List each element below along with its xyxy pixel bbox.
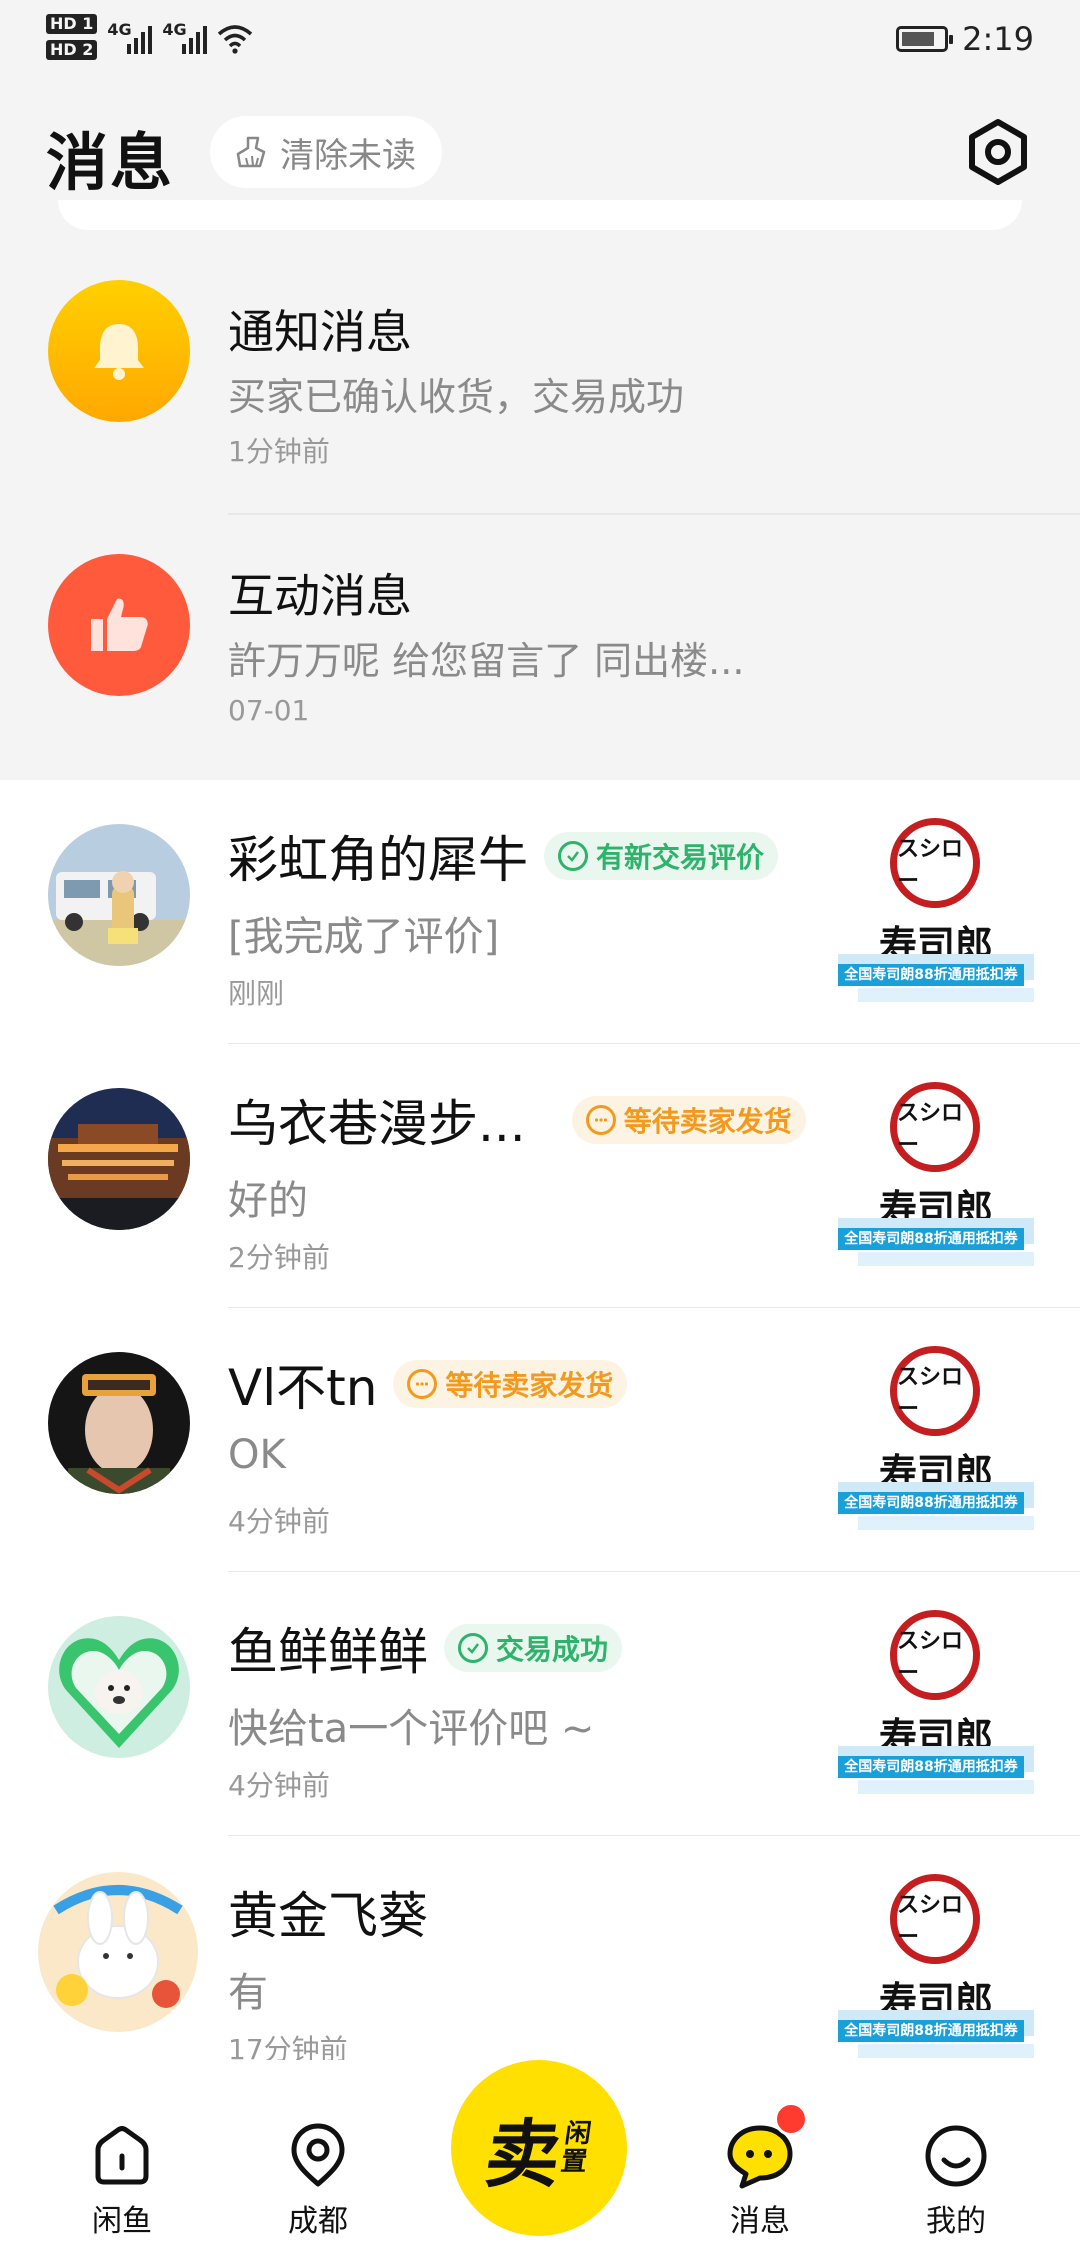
contact-name: 黄金飞葵: [228, 1887, 428, 1945]
nav-messages-label: 消息: [730, 2204, 790, 2239]
message-time: 刚刚: [228, 977, 285, 1010]
message-preview: [我完成了评价]: [228, 914, 500, 960]
sushiro-logo: スシロー: [890, 1082, 980, 1172]
status-badge-label: 有新交易评价: [596, 841, 765, 874]
bottom-nav: 闲鱼 成都 卖 闲置 消息 我的: [0, 2060, 1080, 2244]
check-circle-icon: [458, 1633, 488, 1663]
contact-name: 彩虹角的犀牛: [228, 831, 528, 889]
status-badge: 等待卖家发货: [571, 1096, 806, 1144]
product-banner: 全国寿司朗88折通用抵扣券: [838, 1756, 1024, 1778]
sell-button-sublabel: 闲置: [558, 2119, 594, 2177]
product-banner: 全国寿司朗88折通用抵扣券: [838, 1228, 1024, 1250]
message-time: 2分钟前: [228, 1241, 330, 1274]
wifi-icon: [218, 25, 253, 54]
signal-icon-1: 4G: [107, 14, 153, 54]
home-icon: [95, 2126, 149, 2185]
sell-button-label: 卖: [480, 2111, 567, 2198]
location-pin-icon: [291, 2123, 345, 2187]
broom-icon: [236, 136, 266, 168]
row-preview: 許万万呢 给您留言了 同出楼...: [228, 639, 745, 683]
avatar: [48, 1616, 190, 1758]
unread-dot: [774, 2102, 808, 2136]
message-preview: 快给ta一个评价吧 ~: [228, 1706, 595, 1752]
nav-mine[interactable]: 我的: [886, 2120, 1026, 2240]
product-banner: 全国寿司朗88折通用抵扣券: [838, 1492, 1024, 1514]
interaction-messages-row[interactable]: 互动消息 許万万呢 给您留言了 同出楼... 07-01: [0, 514, 1080, 764]
settings-icon[interactable]: [962, 116, 1034, 188]
thumbs-up-icon: [48, 554, 190, 696]
sushiro-logo: スシロー: [890, 1874, 980, 1964]
product-thumbnail[interactable]: スシロー 寿司郎 全国寿司朗88折通用抵扣券: [838, 1604, 1034, 1804]
notification-messages-row[interactable]: 通知消息 买家已确认收货，交易成功 1分钟前: [0, 250, 1080, 500]
clock: 2:19: [962, 20, 1034, 58]
avatar: [36, 1870, 200, 2034]
message-time: 4分钟前: [228, 1505, 330, 1538]
product-thumbnail[interactable]: スシロー 寿司郎 全国寿司朗88折通用抵扣券: [838, 812, 1034, 1012]
name-line: 乌衣巷漫步... 等待卖家发货: [228, 1084, 806, 1156]
name-line: 鱼鲜鲜鲜 交易成功: [228, 1612, 623, 1684]
message-time: 4分钟前: [228, 1769, 330, 1802]
battery-icon: [896, 26, 954, 52]
check-circle-icon: [558, 841, 588, 871]
hd-indicator-1: HD 1: [46, 14, 98, 34]
chat-row[interactable]: Vl不tn 等待卖家发货 OK 4分钟前 スシロー 寿司郎 全国寿司朗88折通用…: [0, 1308, 1080, 1572]
status-bar: HD 1 HD 2 4G 4G 2:19: [0, 0, 1080, 90]
smiley-icon: [925, 2125, 987, 2187]
page-title: 消息: [46, 126, 175, 199]
nav-location-label: 成都: [288, 2204, 348, 2239]
sell-button[interactable]: 卖 闲置: [451, 2060, 627, 2236]
nav-home-label: 闲鱼: [92, 2204, 152, 2239]
more-circle-icon: [407, 1369, 438, 1399]
hd-indicator-2: HD 2: [46, 40, 98, 60]
page-header: 消息 清除未读: [0, 100, 1080, 200]
message-preview: 好的: [228, 1178, 308, 1224]
nav-home[interactable]: 闲鱼: [52, 2120, 192, 2240]
status-badge: 交易成功: [444, 1624, 623, 1672]
chat-row[interactable]: 乌衣巷漫步... 等待卖家发货 好的 2分钟前 スシロー 寿司郎 全国寿司朗88…: [0, 1044, 1080, 1308]
name-line: Vl不tn 等待卖家发货: [228, 1348, 628, 1420]
bell-icon: [48, 280, 190, 422]
signal-icon-2: 4G: [162, 14, 208, 54]
chat-row[interactable]: 彩虹角的犀牛 有新交易评价 [我完成了评价] 刚刚 スシロー 寿司郎 全国寿司朗…: [0, 780, 1080, 1044]
row-time: 07-01: [228, 694, 310, 727]
status-badge: 等待卖家发货: [393, 1360, 628, 1408]
status-badge: 有新交易评价: [544, 832, 779, 880]
row-time: 1分钟前: [228, 435, 330, 468]
contact-name: Vl不tn: [228, 1359, 378, 1417]
status-badge-label: 等待卖家发货: [623, 1105, 792, 1138]
message-preview: 有: [228, 1970, 268, 2016]
product-banner: 全国寿司朗88折通用抵扣券: [838, 2020, 1024, 2042]
nav-mine-label: 我的: [926, 2204, 986, 2239]
product-banner: 全国寿司朗88折通用抵扣券: [838, 964, 1024, 986]
clear-unread-label: 清除未读: [280, 135, 416, 176]
contact-name: 鱼鲜鲜鲜: [228, 1623, 428, 1681]
banner-card-edge: [58, 200, 1022, 230]
row-title: 通知消息: [228, 305, 412, 359]
message-preview: OK: [228, 1432, 286, 1478]
product-thumbnail[interactable]: スシロー 寿司郎 全国寿司朗88折通用抵扣券: [838, 1076, 1034, 1276]
row-title: 互动消息: [228, 569, 412, 623]
more-circle-icon: [585, 1105, 616, 1135]
avatar: [48, 1088, 190, 1230]
name-line: 黄金飞葵: [228, 1876, 428, 1948]
row-preview: 买家已确认收货，交易成功: [228, 375, 685, 419]
status-badge-label: 等待卖家发货: [445, 1369, 614, 1402]
sushiro-logo: スシロー: [890, 1346, 980, 1436]
nav-messages[interactable]: 消息: [690, 2120, 830, 2240]
clear-unread-button[interactable]: 清除未读: [210, 116, 442, 188]
product-thumbnail[interactable]: スシロー 寿司郎 全国寿司朗88折通用抵扣券: [838, 1340, 1034, 1540]
status-badge-label: 交易成功: [496, 1633, 609, 1666]
product-thumbnail[interactable]: スシロー 寿司郎 全国寿司朗88折通用抵扣券: [838, 1868, 1034, 2068]
sushiro-logo: スシロー: [890, 818, 980, 908]
chat-row[interactable]: 鱼鲜鲜鲜 交易成功 快给ta一个评价吧 ~ 4分钟前 スシロー 寿司郎 全国寿司…: [0, 1572, 1080, 1836]
chat-row[interactable]: 黄金飞葵 有 17分钟前 スシロー 寿司郎 全国寿司朗88折通用抵扣券: [0, 1836, 1080, 2068]
name-line: 彩虹角的犀牛 有新交易评价: [228, 820, 779, 892]
avatar: [48, 824, 190, 966]
contact-name: 乌衣巷漫步...: [228, 1095, 526, 1153]
nav-location[interactable]: 成都: [248, 2120, 388, 2240]
avatar: [48, 1352, 190, 1494]
sushiro-logo: スシロー: [890, 1610, 980, 1700]
